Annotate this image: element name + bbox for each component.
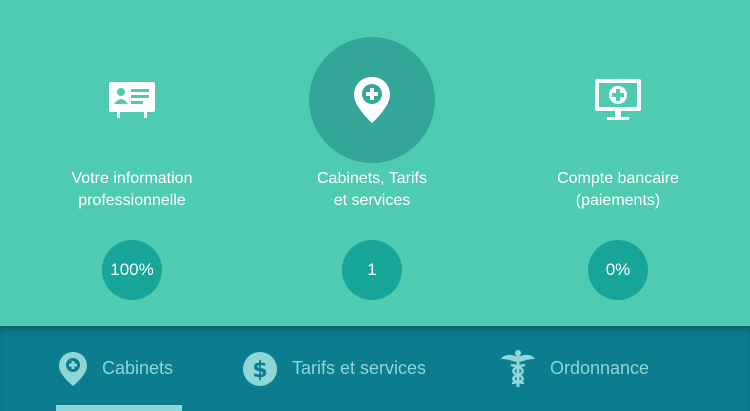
location-pin-plus-icon	[354, 77, 390, 123]
step-label: Cabinets, Tarifs et services	[247, 168, 497, 212]
step-professional-info[interactable]: Votre information professionnelle 100%	[7, 0, 257, 326]
svg-text:$: $	[252, 358, 267, 383]
tab-cabinets[interactable]: Cabinets	[58, 326, 173, 411]
bottom-tab-bar: Cabinets $ Tarifs et services Ordonnance	[0, 326, 750, 411]
step-cabinets-tarifs[interactable]: Cabinets, Tarifs et services 1	[247, 0, 497, 326]
tab-label: Tarifs et services	[292, 358, 427, 378]
active-tab-indicator	[56, 405, 182, 411]
step-label-line1: Votre information	[71, 170, 193, 187]
step-label-line1: Cabinets, Tarifs	[317, 170, 427, 187]
tab-label: Cabinets	[102, 358, 174, 378]
location-pin-plus-icon	[58, 351, 88, 387]
tab-ordonnance[interactable]: Ordonnance	[500, 326, 649, 411]
tab-tarifs-services[interactable]: $ Tarifs et services	[242, 326, 426, 411]
step-icon-wrap	[555, 37, 681, 163]
tab-label: Ordonnance	[550, 358, 650, 378]
step-completion-badge: 100%	[102, 240, 162, 300]
step-completion-badge: 0%	[588, 240, 648, 300]
step-label-line2: professionnelle	[78, 192, 186, 209]
step-icon-wrap	[69, 37, 195, 163]
step-label-line2: (paiements)	[575, 192, 661, 209]
step-label: Votre information professionnelle	[7, 168, 257, 212]
monitor-plus-icon	[595, 79, 641, 120]
id-card-icon	[109, 82, 155, 118]
dollar-coin-icon: $	[242, 351, 278, 387]
step-label-line1: Compte bancaire	[557, 170, 679, 187]
caduceus-icon	[500, 349, 536, 389]
step-count-badge: 1	[342, 240, 402, 300]
step-label: Compte bancaire (paiements)	[493, 168, 743, 212]
profile-steps-panel: Votre information professionnelle 100% C…	[0, 0, 750, 326]
step-icon-wrap-active	[309, 37, 435, 163]
step-bank-account[interactable]: Compte bancaire (paiements) 0%	[493, 0, 743, 326]
step-label-line2: et services	[333, 192, 411, 209]
